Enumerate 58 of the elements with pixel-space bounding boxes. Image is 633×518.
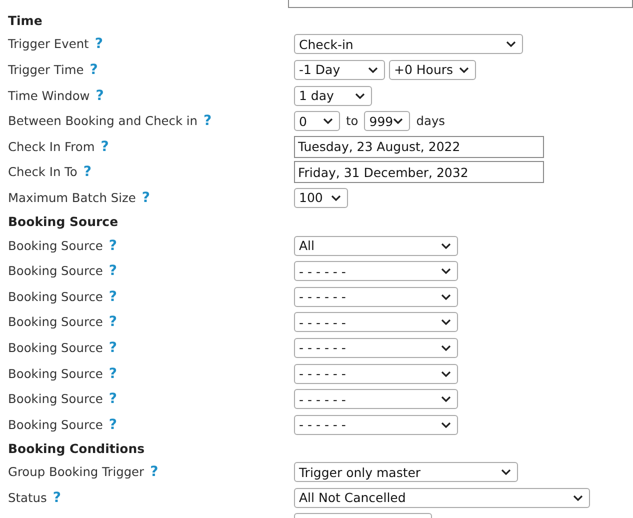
field-label: Booking Source	[8, 340, 103, 355]
dropdown[interactable]: Trigger only master	[294, 462, 518, 482]
help-icon[interactable]: ?	[108, 238, 118, 254]
help-icon[interactable]: ?	[90, 62, 98, 78]
help-icon[interactable]: ?	[142, 190, 150, 206]
field-label: Group Booking Trigger	[8, 465, 144, 480]
help-icon[interactable]: ?	[108, 391, 118, 408]
date-field[interactable]: Friday, 31 December, 2032	[294, 161, 544, 184]
dropdown[interactable]: - - - - - -	[294, 338, 458, 358]
help-icon[interactable]: ?	[100, 138, 109, 155]
help-icon[interactable]: ?	[52, 490, 61, 506]
date-field[interactable]: Tuesday, 23 August, 2022	[294, 136, 544, 158]
field-label: Booking Source	[8, 238, 103, 253]
dropdown[interactable]: 1 day	[294, 86, 372, 106]
field-label: Maximum Batch Size	[8, 190, 136, 205]
dropdown[interactable]: -1 Day	[294, 60, 385, 80]
dropdown[interactable]: Check-in	[294, 34, 523, 54]
help-icon[interactable]: ?	[108, 288, 118, 305]
dropdown[interactable]: - - - - - -	[294, 286, 458, 307]
inline-text: days	[416, 114, 446, 128]
field-label: Booking Source	[8, 264, 103, 278]
dropdown[interactable]: 100	[294, 188, 348, 208]
help-icon[interactable]: ?	[94, 36, 103, 52]
field-label: Booking Source	[8, 290, 103, 304]
field-label: Booking Source	[8, 418, 103, 432]
help-icon[interactable]: ?	[108, 314, 118, 330]
dropdown[interactable]: All Not Cancelled	[294, 488, 590, 508]
dropdown[interactable]: +0 Hours	[389, 60, 476, 80]
field-label: Booking Source	[8, 366, 103, 381]
field-label: Check In From	[8, 140, 95, 154]
help-icon[interactable]: ?	[108, 366, 118, 382]
help-icon[interactable]: ?	[108, 416, 118, 433]
field-label: Booking Source	[8, 392, 103, 406]
dropdown[interactable]: 999	[364, 111, 410, 132]
dropdown[interactable]: - - - - - -	[294, 261, 458, 282]
field-label: Booking Source	[8, 315, 103, 330]
section-heading: Time	[8, 12, 44, 30]
field-label: Status	[8, 490, 47, 505]
dropdown[interactable]: - - - - - -	[294, 389, 458, 410]
field-label: Trigger Event	[8, 37, 89, 52]
help-icon[interactable]: ?	[108, 263, 118, 280]
section-heading: Booking Source	[8, 212, 120, 231]
field-label: Time Window	[8, 88, 90, 103]
inline-text: to	[346, 114, 358, 128]
dropdown[interactable]: All	[294, 236, 458, 256]
help-icon[interactable]: ?	[204, 113, 212, 130]
field-label: Between Booking and Check in	[8, 114, 198, 128]
dropdown[interactable]: - - - - - -	[294, 414, 458, 435]
help-icon[interactable]: ?	[96, 88, 104, 104]
help-icon[interactable]: ?	[83, 164, 92, 180]
section-heading: Booking Conditions	[8, 440, 146, 458]
field-label: Check In To	[8, 165, 78, 180]
help-icon[interactable]: ?	[108, 340, 118, 356]
dropdown[interactable]: - - - - - -	[294, 312, 458, 332]
dropdown[interactable]: 0	[294, 111, 340, 132]
help-icon[interactable]: ?	[150, 464, 158, 480]
field-label: Trigger Time	[8, 62, 84, 77]
dropdown[interactable]: - - - - - -	[294, 364, 458, 384]
